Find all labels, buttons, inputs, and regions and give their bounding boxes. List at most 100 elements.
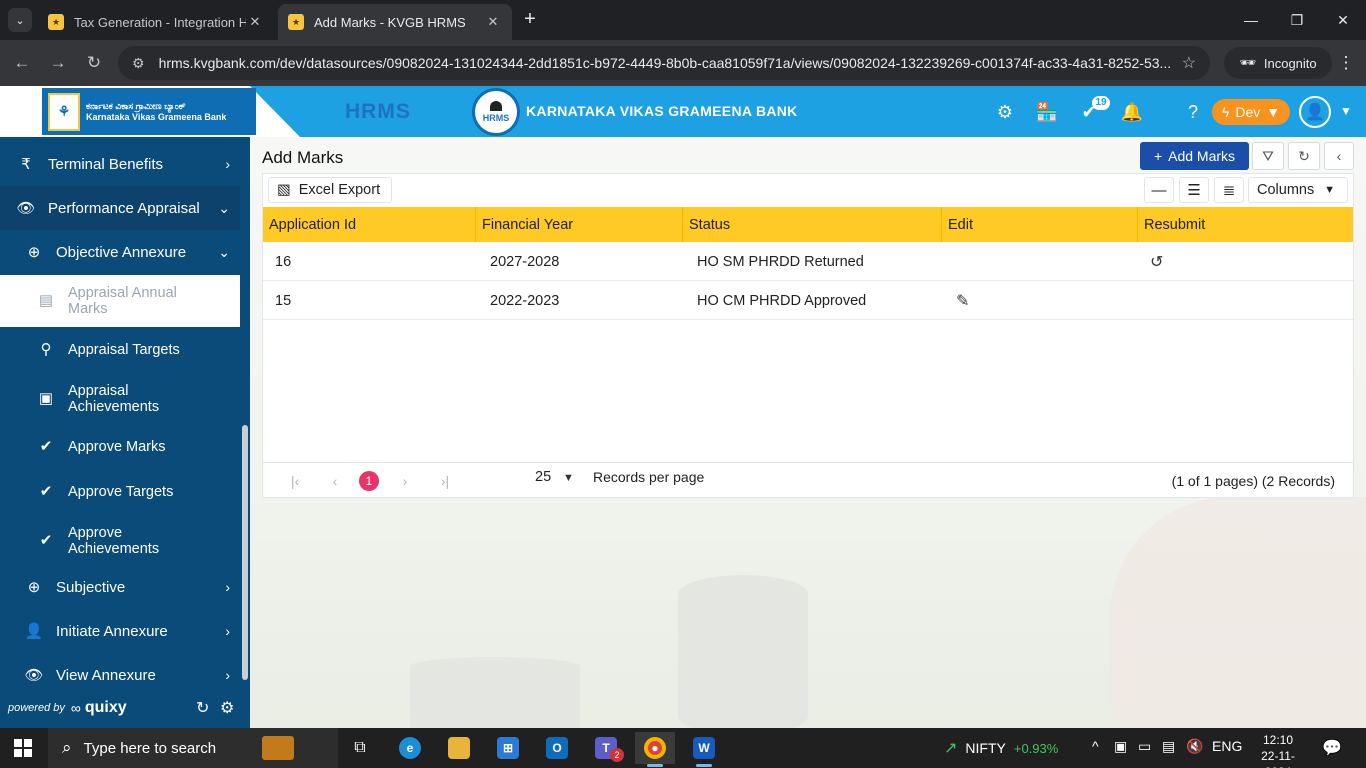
cell-application-id: 16 xyxy=(275,253,292,270)
address-bar[interactable]: ⚙ hrms.kvgbank.com/dev/datasources/09082… xyxy=(118,46,1210,80)
notification-center-icon[interactable]: 💬 xyxy=(1322,738,1342,758)
sidebar-item-approve-targets[interactable]: ✔ Approve Targets xyxy=(0,470,240,514)
language-indicator[interactable]: ENG xyxy=(1212,738,1242,754)
add-marks-button[interactable]: + Add Marks xyxy=(1140,142,1249,170)
resubmit-undo-icon[interactable]: ↺ xyxy=(1150,252,1163,272)
table-row[interactable]: 16 2027-2028 HO SM PHRDD Returned ↺ xyxy=(263,242,1353,281)
site-info-tune-icon[interactable]: ⚙ xyxy=(132,55,145,72)
sidebar-item-objective-annexure[interactable]: ⊕ Objective Annexure ⌄ xyxy=(0,230,240,274)
minimize-window-icon[interactable]: — xyxy=(1228,0,1274,40)
menu-collapse-icon[interactable]: ⇤ xyxy=(10,99,27,124)
sidebar-item-label: View Annexure xyxy=(56,666,156,684)
sidebar-item-label: Initiate Annexure xyxy=(56,622,168,640)
tab-tax-generation[interactable]: ★ Tax Generation - Integration Hub ✕ xyxy=(38,4,274,40)
sidebar-item-appraisal-annual-marks[interactable]: ▤ Appraisal Annual Marks xyxy=(0,275,249,327)
settings-gear-icon[interactable]: ⚙ xyxy=(220,698,234,718)
sidebar-item-subjective[interactable]: ⊕ Subjective › xyxy=(0,565,240,609)
powered-by-label: powered by xyxy=(8,702,65,714)
kvgb-logo[interactable]: ⚘ ಕರ್ನಾಟಕ ವಿಕಾಸ ಗ್ರಾಮೀಣ ಬ್ಯಾಂಕ್ Karnatak… xyxy=(42,88,256,135)
restore-window-icon[interactable]: ❐ xyxy=(1274,0,1320,40)
meet-now-icon[interactable]: ▣ xyxy=(1114,738,1127,755)
caret-down-icon[interactable]: ▼ xyxy=(563,472,574,484)
page-size-select[interactable]: 25 xyxy=(535,469,551,485)
help-icon[interactable]: ? xyxy=(1180,99,1206,125)
show-hidden-icons-chevron-icon[interactable]: ^ xyxy=(1092,738,1099,754)
chrome-icon[interactable]: ● xyxy=(635,732,675,767)
sidebar-item-approve-achievements[interactable]: ✔ Approve Achievements xyxy=(0,516,240,566)
back-arrow-icon[interactable]: ← xyxy=(8,49,36,77)
column-header-resubmit[interactable]: Resubmit xyxy=(1138,207,1353,242)
columns-dropdown[interactable]: Columns ▼ xyxy=(1248,177,1348,203)
density-comfortable-icon[interactable]: ≣ xyxy=(1214,177,1244,203)
column-header-status[interactable]: Status xyxy=(683,207,942,242)
task-view-icon[interactable]: ⧉ xyxy=(340,732,380,764)
microsoft-store-icon[interactable]: ⊞ xyxy=(488,732,528,764)
windows-start-icon[interactable] xyxy=(14,739,32,757)
density-standard-icon[interactable]: ☰ xyxy=(1179,177,1209,203)
bank-emblem-icon xyxy=(490,101,502,111)
network-icon[interactable]: ▤ xyxy=(1162,738,1175,755)
url-text[interactable]: hrms.kvgbank.com/dev/datasources/0908202… xyxy=(159,55,1172,71)
avatar-caret-down-icon[interactable]: ▼ xyxy=(1340,104,1352,118)
tab-close-icon[interactable]: ✕ xyxy=(246,14,264,30)
store-icon[interactable]: 🏪 xyxy=(1034,99,1060,125)
sidebar-scroll-thumb[interactable] xyxy=(242,425,248,680)
file-explorer-icon[interactable] xyxy=(439,732,479,764)
density-compact-icon[interactable]: — xyxy=(1144,177,1174,203)
stock-ticker-widget[interactable]: ↗ NIFTY +0.93% xyxy=(944,738,1058,758)
taskbar-search-box[interactable]: ⌕ Type here to search xyxy=(48,728,338,768)
cell-application-id: 15 xyxy=(275,292,292,309)
previous-page-icon[interactable]: ‹ xyxy=(325,471,345,491)
notifications-bell-icon[interactable]: 🔔 xyxy=(1119,99,1145,125)
environment-dropdown[interactable]: ϟ Dev ▼ xyxy=(1212,99,1290,125)
sidebar-item-label: Appraisal Achievements xyxy=(68,383,160,415)
reload-icon[interactable]: ↻ xyxy=(80,49,108,77)
next-page-icon[interactable]: › xyxy=(395,471,415,491)
new-tab-plus-icon[interactable]: + xyxy=(518,8,542,32)
tab-close-icon[interactable]: ✕ xyxy=(484,14,502,30)
battery-icon[interactable]: ▭ xyxy=(1138,738,1151,755)
refresh-icon[interactable]: ↻ xyxy=(1288,142,1320,170)
settings-gear-icon[interactable]: ⚙ xyxy=(992,99,1018,125)
browser-menu-icon[interactable]: ⋮ xyxy=(1334,49,1358,77)
user-avatar-icon[interactable]: 👤 xyxy=(1299,96,1331,128)
trend-up-icon: ↗ xyxy=(944,740,958,757)
sidebar-item-appraisal-achievements[interactable]: ▣ Appraisal Achievements xyxy=(0,374,240,424)
browser-toolbar: ← → ↻ ⚙ hrms.kvgbank.com/dev/datasources… xyxy=(0,40,1366,86)
first-page-icon[interactable]: |‹ xyxy=(285,471,305,491)
excel-export-button[interactable]: ▧ Excel Export xyxy=(268,177,392,203)
collapse-chevron-left-icon[interactable]: ‹ xyxy=(1324,142,1354,170)
ticker-name: NIFTY xyxy=(965,740,1006,756)
outlook-icon[interactable]: O xyxy=(537,732,577,764)
table-row[interactable]: 15 2022-2023 HO CM PHRDD Approved ✎ xyxy=(263,281,1353,320)
page-title: Add Marks xyxy=(262,148,344,167)
sidebar-item-initiate-annexure[interactable]: 👤 Initiate Annexure › xyxy=(0,609,240,653)
edge-browser-icon[interactable]: e xyxy=(390,732,430,764)
tab-search-chevron-icon[interactable]: ⌄ xyxy=(8,8,32,32)
tab-add-marks[interactable]: ★ Add Marks - KVGB HRMS ✕ xyxy=(278,4,512,40)
sidebar-item-performance-appraisal[interactable]: 👁 Performance Appraisal ⌄ xyxy=(0,186,240,230)
cell-resubmit xyxy=(1138,281,1353,320)
page-number-current[interactable]: 1 xyxy=(359,471,379,491)
bookmark-star-icon[interactable]: ☆ xyxy=(1182,53,1196,73)
column-header-application-id[interactable]: Application Id xyxy=(263,207,476,242)
sidebar-item-appraisal-targets[interactable]: ⚲ Appraisal Targets xyxy=(0,328,240,372)
incognito-indicator[interactable]: 🕶 Incognito xyxy=(1224,47,1332,79)
word-icon[interactable]: W xyxy=(684,732,724,767)
last-page-icon[interactable]: ›| xyxy=(435,471,455,491)
eye-icon: 👁 xyxy=(16,200,36,217)
edit-pencil-icon[interactable]: ✎ xyxy=(956,291,969,311)
system-clock[interactable]: 12:10 22-11-2024 xyxy=(1250,732,1306,768)
refresh-icon[interactable]: ↻ xyxy=(196,698,209,718)
teams-icon[interactable]: T 2 xyxy=(586,732,626,764)
sidebar-item-approve-marks[interactable]: ✔ Approve Marks xyxy=(0,425,240,469)
environment-label: Dev xyxy=(1235,104,1261,120)
column-header-financial-year[interactable]: Financial Year xyxy=(476,207,683,242)
volume-muted-icon[interactable]: 🔇 xyxy=(1186,738,1203,755)
filter-icon[interactable]: ⛛ xyxy=(1252,142,1284,170)
column-header-edit[interactable]: Edit xyxy=(942,207,1138,242)
search-icon: ⌕ xyxy=(62,738,72,757)
forward-arrow-icon[interactable]: → xyxy=(44,49,72,77)
sidebar-item-terminal-benefits[interactable]: ₹ Terminal Benefits › xyxy=(0,142,240,186)
close-window-icon[interactable]: ✕ xyxy=(1320,0,1366,40)
